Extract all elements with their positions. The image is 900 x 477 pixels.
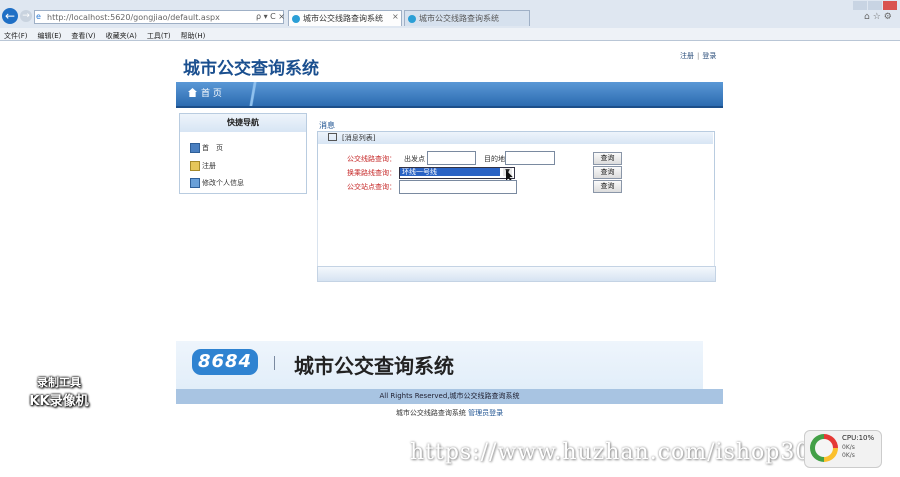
admin-login-link[interactable]: 管理员登录 bbox=[468, 409, 503, 417]
start-input[interactable] bbox=[427, 151, 476, 165]
copyright-bar: All Rights Reserved,城市公交线路查询系统 bbox=[176, 389, 723, 404]
register-link[interactable]: 注册 bbox=[680, 52, 694, 60]
url-watermark: https://www.huzhan.com/ishop3097 bbox=[410, 440, 841, 465]
menu-bar: 文件(F) 编辑(E) 查看(V) 收藏夹(A) 工具(T) 帮助(H) bbox=[0, 28, 900, 40]
panel-body bbox=[317, 200, 715, 266]
top-links: 注册 | 登录 bbox=[680, 52, 717, 60]
transfer-query-button[interactable]: 查询 bbox=[593, 166, 622, 179]
tab-label: 城市公交线路查询系统 bbox=[419, 14, 499, 23]
end-input[interactable] bbox=[505, 151, 555, 165]
station-query-label: 公交站点查询： bbox=[347, 183, 396, 191]
recorder-line2: KK录像机 bbox=[29, 394, 89, 409]
recorder-line1: 录制工具 bbox=[37, 376, 81, 389]
login-link[interactable]: 登录 bbox=[702, 52, 716, 60]
minimize-button[interactable] bbox=[853, 1, 867, 10]
footer-divider bbox=[274, 356, 275, 370]
nav-home-link[interactable]: 首 页 bbox=[188, 87, 222, 101]
site-title: 城市公交查询系统 bbox=[183, 59, 319, 79]
station-query-button[interactable]: 查询 bbox=[593, 180, 622, 193]
nav-divider bbox=[246, 82, 260, 106]
sidebar-item-edit-profile[interactable]: 修改个人信息 bbox=[190, 178, 244, 188]
edit-profile-icon bbox=[190, 178, 200, 188]
route-query-label: 公交线路查询： bbox=[347, 155, 396, 163]
forward-arrow-icon[interactable]: → bbox=[20, 10, 32, 22]
ie-page-icon: e bbox=[36, 12, 41, 21]
sidebar-item-label: 注册 bbox=[202, 162, 216, 170]
menu-edit[interactable]: 编辑(E) bbox=[38, 30, 62, 42]
close-tab-icon[interactable]: × bbox=[392, 12, 399, 21]
sidebar-item-register[interactable]: 注册 bbox=[190, 161, 216, 171]
menu-view[interactable]: 查看(V) bbox=[71, 30, 95, 42]
footer-links: 城市公交线路查询系统 管理员登录 bbox=[176, 408, 723, 418]
net-down: 0K/s bbox=[842, 452, 855, 459]
cpu-usage: CPU:10% bbox=[842, 434, 875, 442]
menu-file[interactable]: 文件(F) bbox=[4, 30, 28, 42]
sidebar-item-home[interactable]: 首 页 bbox=[190, 143, 223, 153]
sidebar-item-label: 首 页 bbox=[202, 144, 223, 152]
window-controls bbox=[852, 0, 900, 10]
panel-footer bbox=[317, 266, 716, 282]
logo-8684: 8684 bbox=[192, 349, 258, 375]
panel-title: [消息列表] bbox=[342, 134, 376, 142]
list-icon bbox=[328, 133, 337, 141]
tab-label: 城市公交线路查询系统 bbox=[303, 14, 383, 23]
line-select-value[interactable]: 环线一号线 bbox=[400, 168, 500, 176]
sidebar-item-label: 修改个人信息 bbox=[202, 179, 244, 187]
tab-active[interactable]: 城市公交线路查询系统 bbox=[288, 10, 402, 26]
close-window-button[interactable] bbox=[883, 1, 897, 10]
tab-inactive[interactable]: 城市公交线路查询系统 bbox=[404, 10, 530, 26]
address-bar[interactable]: http://localhost:5620/gongjiao/default.a… bbox=[34, 10, 284, 24]
back-arrow-icon[interactable]: ← bbox=[2, 8, 18, 24]
route-query-button[interactable]: 查询 bbox=[593, 152, 622, 165]
maximize-button[interactable] bbox=[868, 1, 882, 10]
gauge-center bbox=[815, 439, 833, 457]
home-page-icon bbox=[190, 143, 200, 153]
net-up: 0K/s bbox=[842, 444, 855, 451]
recorder-watermark: 录制工具 KK录像机 bbox=[20, 374, 98, 410]
home-icon bbox=[188, 88, 197, 97]
ie-tab-icon bbox=[292, 15, 300, 23]
start-label: 出发点 bbox=[404, 155, 425, 163]
toolbar-icons[interactable]: ⌂☆⚙ bbox=[864, 12, 895, 22]
ie-tab-icon bbox=[408, 15, 416, 23]
menu-tools[interactable]: 工具(T) bbox=[147, 30, 171, 42]
menu-favorites[interactable]: 收藏夹(A) bbox=[106, 30, 137, 42]
menu-help[interactable]: 帮助(H) bbox=[181, 30, 206, 42]
network-speed: 0K/s 0K/s bbox=[842, 444, 855, 460]
end-label: 目的地 bbox=[484, 155, 505, 163]
address-controls[interactable]: ρ ▾ C × bbox=[256, 11, 286, 23]
footer-site-name: 城市公交线路查询系统 bbox=[395, 409, 466, 417]
section-label: 消息 bbox=[319, 121, 335, 130]
register-icon bbox=[190, 161, 200, 171]
station-input[interactable] bbox=[399, 180, 517, 194]
sidebar-header: 快捷导航 bbox=[180, 114, 306, 132]
footer-title: 城市公交查询系统 bbox=[294, 354, 454, 378]
transfer-query-label: 换乘路线查询： bbox=[347, 169, 396, 177]
nav-home-label: 首 页 bbox=[201, 89, 222, 99]
panel-header: [消息列表] bbox=[318, 132, 713, 144]
